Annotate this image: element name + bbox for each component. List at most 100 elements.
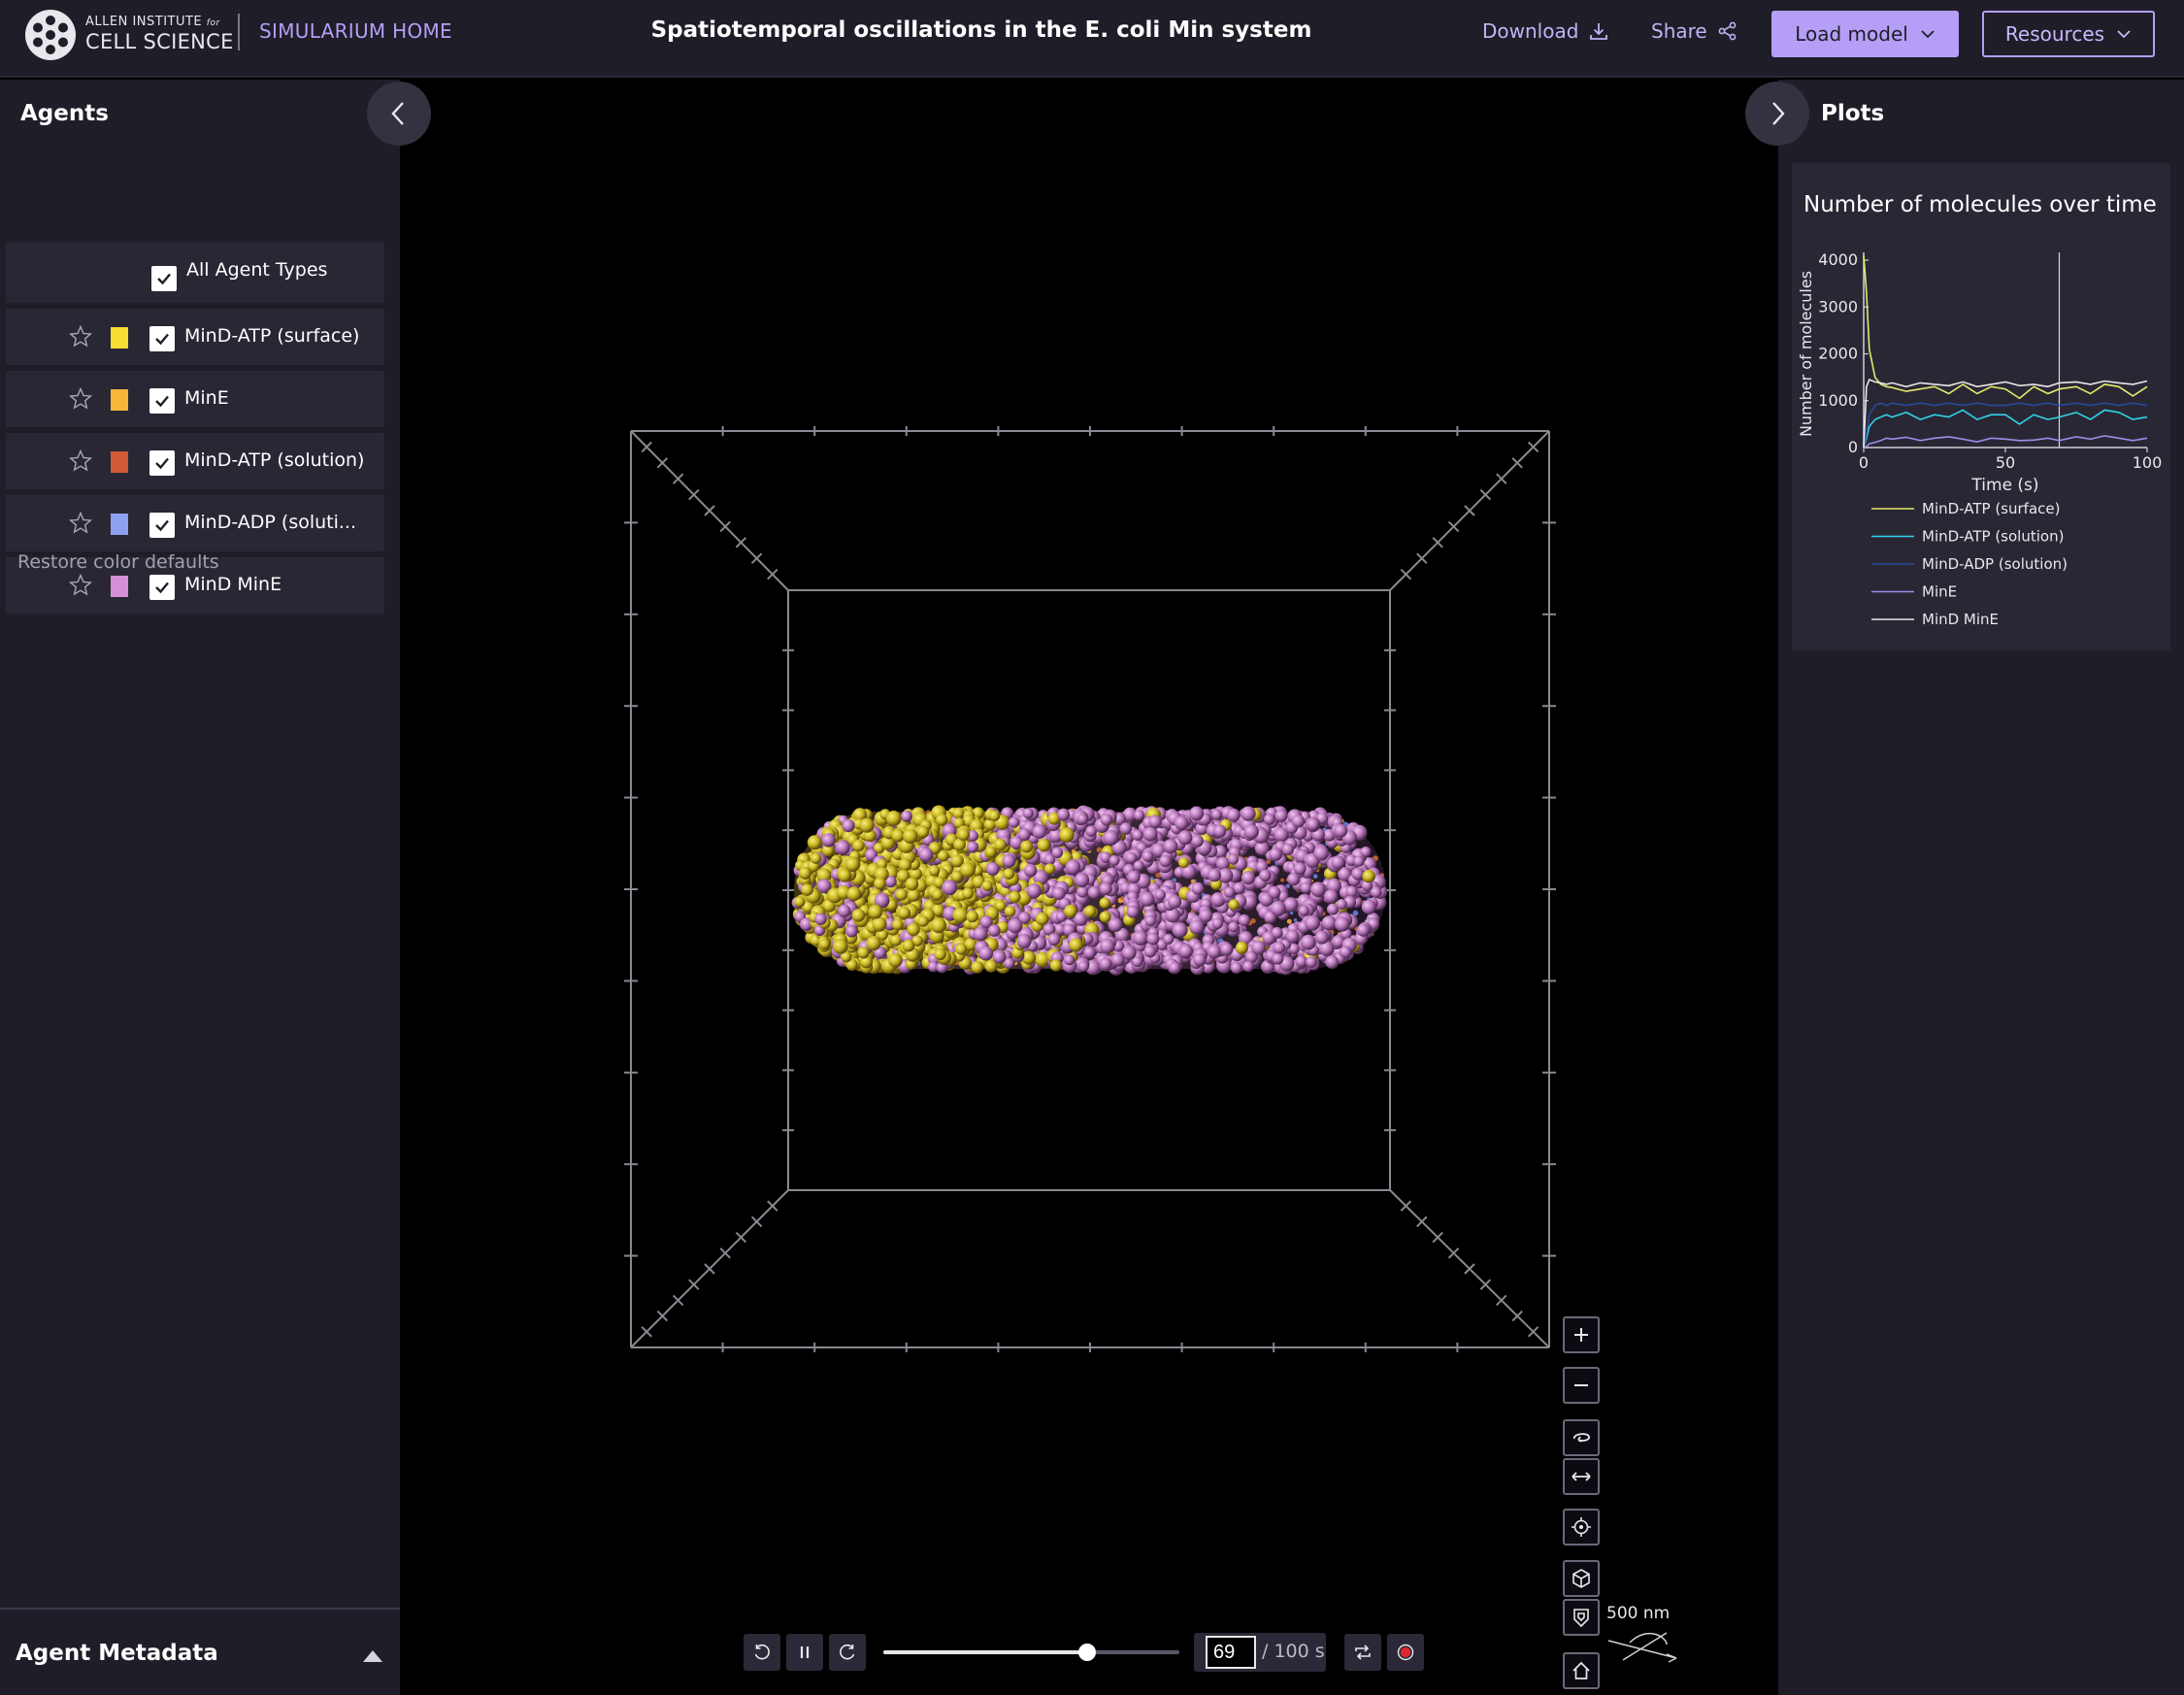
record-button[interactable] xyxy=(1387,1634,1424,1671)
molecule xyxy=(859,817,875,833)
star-icon[interactable] xyxy=(68,573,93,598)
y-tick-label: 0 xyxy=(1848,438,1858,456)
molecule xyxy=(1035,912,1049,926)
molecule xyxy=(842,818,855,833)
agent-row[interactable]: MinD-ADP (soluti... xyxy=(6,495,384,551)
current-time-input[interactable] xyxy=(1206,1636,1256,1669)
molecule xyxy=(857,947,870,959)
agent-checkbox[interactable] xyxy=(149,450,175,476)
load-model-button[interactable]: Load model xyxy=(1771,11,1959,57)
restore-color-defaults-link[interactable]: Restore color defaults xyxy=(17,551,219,573)
agent-color-swatch[interactable] xyxy=(111,514,128,535)
all-agent-types-label: All Agent Types xyxy=(186,259,328,281)
share-button[interactable]: Share xyxy=(1651,19,1738,43)
step-back-icon xyxy=(754,1644,770,1660)
agent-row[interactable]: MinD-ATP (solution) xyxy=(6,433,384,489)
molecule xyxy=(1077,960,1089,973)
molecule xyxy=(1144,914,1156,927)
molecule xyxy=(844,856,861,872)
all-agent-types-row[interactable]: All Agent Types xyxy=(6,243,384,303)
agent-checkbox[interactable] xyxy=(149,513,175,538)
molecule xyxy=(905,877,919,891)
molecule xyxy=(1174,815,1189,830)
molecule xyxy=(801,883,813,896)
molecule xyxy=(1241,806,1256,821)
molecule xyxy=(907,888,920,902)
share-icon xyxy=(1718,21,1737,41)
agent-metadata-bar[interactable]: Agent Metadata xyxy=(0,1608,400,1695)
molecule xyxy=(1314,930,1329,945)
all-agent-types-checkbox[interactable] xyxy=(151,266,177,291)
star-icon[interactable] xyxy=(68,511,93,536)
molecule xyxy=(1087,885,1101,900)
agents-panel: Agents All Agent Types MinD-ATP (surface… xyxy=(0,80,400,1695)
agent-color-swatch[interactable] xyxy=(111,327,128,349)
star-icon[interactable] xyxy=(68,324,93,349)
molecule xyxy=(1361,899,1376,914)
molecule xyxy=(1298,905,1309,916)
zoom-out-button[interactable] xyxy=(1563,1367,1600,1404)
agent-color-swatch[interactable] xyxy=(111,451,128,473)
star-icon[interactable] xyxy=(68,386,93,412)
star-icon[interactable] xyxy=(68,449,93,474)
agent-checkbox[interactable] xyxy=(149,326,175,351)
molecule xyxy=(1228,899,1240,911)
molecule xyxy=(835,840,850,855)
pan-mode-button[interactable] xyxy=(1563,1458,1600,1495)
download-button[interactable]: Download xyxy=(1482,19,1609,43)
legend-label: MinD-ADP (solution) xyxy=(1922,555,2068,573)
molecule xyxy=(1096,847,1103,853)
pause-button[interactable] xyxy=(786,1634,823,1671)
molecule-count-chart[interactable]: 0 1000 2000 3000 4000 0 50 100 Time (s) Number of… xyxy=(1792,241,2170,639)
perspective-view-button[interactable] xyxy=(1563,1560,1600,1597)
molecule xyxy=(1100,814,1113,826)
cell-capsule[interactable] xyxy=(791,805,1388,976)
molecule xyxy=(960,862,976,878)
simulation-viewport[interactable]: 500 nm / 100 s xyxy=(400,80,1778,1695)
step-back-button[interactable] xyxy=(744,1634,780,1671)
agent-color-swatch[interactable] xyxy=(111,576,128,597)
loop-button[interactable] xyxy=(1344,1634,1381,1671)
orthographic-view-button[interactable] xyxy=(1563,1599,1600,1636)
molecule xyxy=(1230,961,1242,975)
molecule xyxy=(901,810,912,822)
molecule xyxy=(1008,917,1023,934)
download-icon xyxy=(1590,23,1608,40)
molecule xyxy=(1280,878,1284,882)
zoom-in-button[interactable] xyxy=(1563,1316,1600,1353)
molecule xyxy=(966,910,978,923)
molecule xyxy=(1307,817,1320,831)
rotate-mode-button[interactable] xyxy=(1563,1419,1600,1456)
collapse-right-panel-button[interactable] xyxy=(1745,82,1809,146)
molecule xyxy=(1242,960,1254,973)
focus-button[interactable] xyxy=(1563,1509,1600,1545)
molecule xyxy=(846,886,862,902)
agent-row[interactable]: MinD-ATP (surface) xyxy=(6,309,384,365)
molecule xyxy=(1238,914,1250,927)
molecule xyxy=(981,880,993,892)
agent-color-swatch[interactable] xyxy=(111,389,128,411)
molecule xyxy=(1108,917,1123,933)
reset-view-button[interactable] xyxy=(1563,1652,1600,1689)
agent-checkbox[interactable] xyxy=(149,575,175,600)
legend-label: MinD MinE xyxy=(1922,611,1999,628)
molecule xyxy=(1075,872,1090,888)
time-display: / 100 s xyxy=(1194,1633,1326,1672)
resources-label: Resources xyxy=(2004,22,2105,46)
molecule xyxy=(1069,938,1083,952)
checkmark-icon xyxy=(155,457,169,470)
molecule xyxy=(907,922,920,937)
step-forward-button[interactable] xyxy=(829,1634,866,1671)
agent-label: MinD-ADP (soluti... xyxy=(184,512,357,533)
agent-row[interactable]: MinE xyxy=(6,371,384,427)
agent-checkbox[interactable] xyxy=(149,388,175,414)
collapse-left-panel-button[interactable] xyxy=(367,82,431,146)
legend-label: MinD-ATP (surface) xyxy=(1922,500,2060,517)
y-tick-label: 1000 xyxy=(1818,391,1858,410)
molecule xyxy=(1099,911,1111,923)
caret-up-icon[interactable] xyxy=(363,1650,382,1662)
time-slider[interactable] xyxy=(883,1644,1179,1661)
molecule xyxy=(903,828,918,844)
resources-button[interactable]: Resources xyxy=(1982,11,2155,57)
molecule xyxy=(936,814,948,826)
